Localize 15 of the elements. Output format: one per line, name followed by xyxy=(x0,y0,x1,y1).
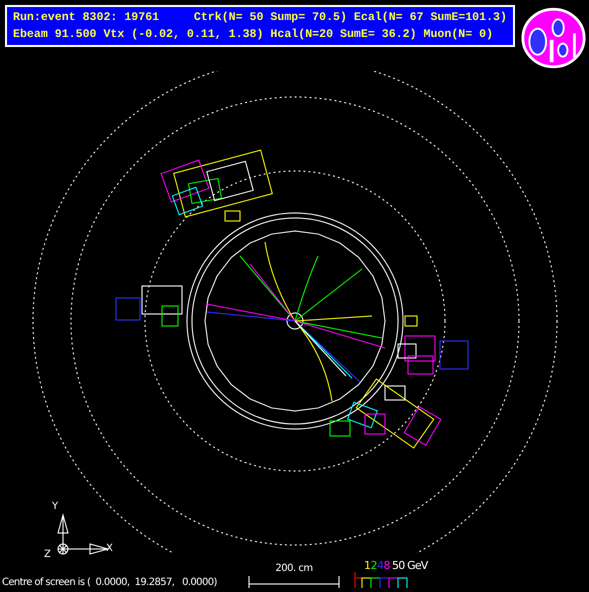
energy-legend-value: 1 xyxy=(364,559,370,572)
energy-legend-unit: 50 GeV xyxy=(392,559,428,572)
axis-label: Z xyxy=(44,549,51,560)
scale-label: 200. cm xyxy=(275,563,313,574)
logo-icon xyxy=(520,5,586,71)
energy-legend-value: 4 xyxy=(377,559,384,572)
energy-legend-value: 2 xyxy=(370,559,377,572)
event-info-line: Ebeam 91.500 Vtx (-0.02, 0.11, 1.38) Hcal(N=20 SumE= 36.2) Muon(N= 0) xyxy=(13,27,494,42)
energy-legend-value: 8 xyxy=(384,559,390,572)
event-info-line: Run:event 8302: 19761 Ctrk(N= 50 Sump= 70.5) Ecal(N= 67 SumE=101.3) xyxy=(13,10,507,25)
scale-bar-icon xyxy=(248,576,340,588)
axis-label: X xyxy=(106,543,113,554)
energy-scale-icon xyxy=(354,572,410,588)
axis-label: Y xyxy=(52,501,58,512)
screen-centre-text: Centre of screen is ( 0.0000, 19.2857, 0.0000) xyxy=(2,577,218,588)
